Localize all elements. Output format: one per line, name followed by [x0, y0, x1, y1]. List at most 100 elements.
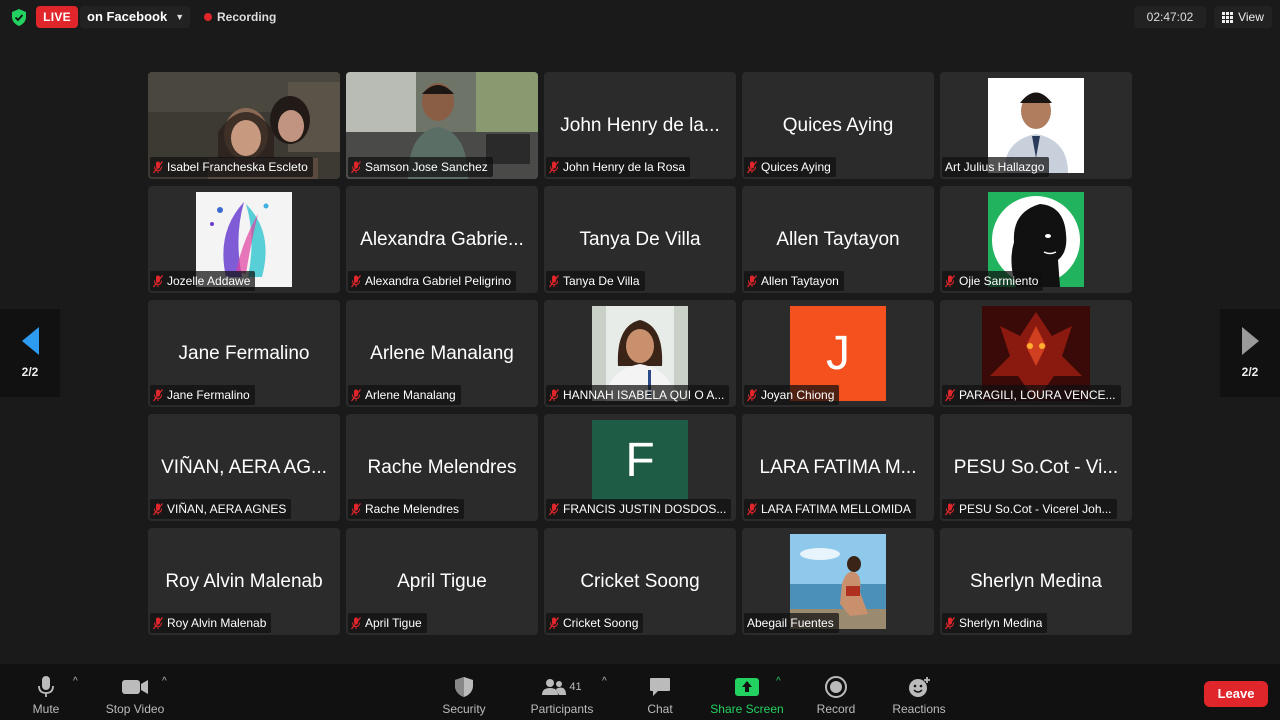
participant-tile[interactable]: Abegail Fuentes [742, 528, 934, 635]
view-button[interactable]: View [1214, 6, 1272, 28]
participants-button[interactable]: 41 Participants [524, 664, 600, 720]
mic-muted-icon [549, 502, 559, 515]
participant-name-label: Cricket Soong [546, 613, 644, 633]
leave-button[interactable]: Leave [1204, 681, 1268, 707]
participant-tile[interactable]: F FRANCIS JUSTIN DOSDOS... [544, 414, 736, 521]
participant-name-label: Art Julius Hallazgo [942, 157, 1050, 177]
page-indicator: 2/2 [21, 365, 39, 379]
participant-name-label: Tanya De Villa [546, 271, 645, 291]
participants-options-chevron-icon[interactable]: ^ [602, 676, 607, 687]
participant-tile[interactable]: Ojie Sarmiento [940, 186, 1132, 293]
mic-muted-icon [153, 502, 163, 515]
participant-name-label: Jozelle Addawe [150, 271, 256, 291]
audio-options-chevron-icon[interactable]: ^ [73, 676, 78, 687]
participant-tile[interactable]: VIÑAN, AERA AG... VIÑAN, AERA AGNES [148, 414, 340, 521]
chevron-down-icon: ▼ [175, 12, 185, 22]
smiley-plus-icon [907, 672, 931, 702]
mic-muted-icon [153, 388, 163, 401]
shield-check-icon[interactable] [11, 9, 27, 26]
arrow-left-icon [21, 327, 39, 355]
participant-name-label: April Tigue [348, 613, 427, 633]
record-button[interactable]: Record [810, 664, 862, 720]
participant-name-label: FRANCIS JUSTIN DOSDOS... [546, 499, 732, 519]
chat-button[interactable]: Chat [636, 664, 684, 720]
next-page-button[interactable]: 2/2 [1220, 309, 1280, 397]
mic-muted-icon [747, 274, 757, 287]
live-badge: LIVE [36, 6, 78, 28]
video-camera-icon [122, 672, 148, 702]
participant-tile[interactable]: Art Julius Hallazgo [940, 72, 1132, 179]
participant-tile[interactable]: Rache Melendres Rache Melendres [346, 414, 538, 521]
participant-tile[interactable]: Allen Taytayon Allen Taytayon [742, 186, 934, 293]
participant-name-label: Samson Jose Sanchez [348, 157, 493, 177]
mic-muted-icon [351, 160, 361, 173]
participant-tile[interactable]: Arlene Manalang Arlene Manalang [346, 300, 538, 407]
participant-tile[interactable]: Isabel Francheska Escleto [148, 72, 340, 179]
mute-button[interactable]: Mute [22, 664, 70, 720]
mic-muted-icon [153, 274, 163, 287]
mic-muted-icon [945, 388, 955, 401]
page-indicator: 2/2 [1241, 365, 1259, 379]
mic-muted-icon [945, 502, 955, 515]
share-screen-button[interactable]: Share Screen [706, 664, 788, 720]
live-destination-dropdown[interactable]: on Facebook ▼ [80, 6, 191, 28]
participant-tile[interactable]: HANNAH ISABELA QUI O A... [544, 300, 736, 407]
participant-tile[interactable]: PARAGILI, LOURA VENCE... [940, 300, 1132, 407]
participant-name-label: Sherlyn Medina [942, 613, 1048, 633]
participant-name-label: Abegail Fuentes [744, 613, 839, 633]
microphone-icon [36, 672, 56, 702]
stop-video-button[interactable]: Stop Video [98, 664, 172, 720]
participant-tile[interactable]: Alexandra Gabrie... Alexandra Gabriel Pe… [346, 186, 538, 293]
participant-tile[interactable]: Samson Jose Sanchez [346, 72, 538, 179]
avatar-initial: F [625, 433, 655, 487]
mic-muted-icon [549, 160, 559, 173]
participant-tile[interactable]: Roy Alvin Malenab Roy Alvin Malenab [148, 528, 340, 635]
share-options-chevron-icon[interactable]: ^ [776, 676, 781, 687]
reactions-button[interactable]: Reactions [886, 664, 952, 720]
participant-tile[interactable]: Cricket Soong Cricket Soong [544, 528, 736, 635]
participant-name-label: Allen Taytayon [744, 271, 844, 291]
grid-view-icon [1222, 11, 1234, 23]
mic-muted-icon [153, 160, 163, 173]
arrow-right-icon [1241, 327, 1259, 355]
participant-tile[interactable]: April Tigue April Tigue [346, 528, 538, 635]
video-options-chevron-icon[interactable]: ^ [162, 676, 167, 687]
security-button[interactable]: Security [436, 664, 492, 720]
mic-muted-icon [351, 502, 361, 515]
participant-name-label: Quices Aying [744, 157, 836, 177]
recording-label: Recording [217, 10, 277, 24]
participants-count: 41 [569, 681, 582, 693]
participant-name-label: Alexandra Gabriel Peligrino [348, 271, 517, 291]
meeting-timer: 02:47:02 [1134, 6, 1206, 28]
participant-name-label: Rache Melendres [348, 499, 465, 519]
participant-initial-avatar: F [592, 420, 688, 500]
previous-page-button[interactable]: 2/2 [0, 309, 60, 397]
recording-indicator[interactable]: Recording [204, 10, 276, 24]
share-screen-icon [735, 672, 759, 702]
participants-icon: 41 [542, 672, 582, 702]
participant-tile[interactable]: J Joyan Chiong [742, 300, 934, 407]
participant-tile[interactable]: LARA FATIMA M... LARA FATIMA MELLOMIDA [742, 414, 934, 521]
participant-tile[interactable]: Jozelle Addawe [148, 186, 340, 293]
participant-tile[interactable]: Sherlyn Medina Sherlyn Medina [940, 528, 1132, 635]
meeting-top-bar: LIVE on Facebook ▼ Recording 02:47:02 Vi… [0, 0, 1280, 34]
participant-tile[interactable]: John Henry de la... John Henry de la Ros… [544, 72, 736, 179]
mic-muted-icon [549, 274, 559, 287]
participant-tile[interactable]: Tanya De Villa Tanya De Villa [544, 186, 736, 293]
mic-muted-icon [549, 388, 559, 401]
participant-name-label: Jane Fermalino [150, 385, 255, 405]
participant-name-label: Roy Alvin Malenab [150, 613, 272, 633]
participant-tile[interactable]: Quices Aying Quices Aying [742, 72, 934, 179]
mic-muted-icon [549, 616, 559, 629]
participant-name-label: Ojie Sarmiento [942, 271, 1044, 291]
participant-tile[interactable]: Jane Fermalino Jane Fermalino [148, 300, 340, 407]
participant-name-label: HANNAH ISABELA QUI O A... [546, 385, 730, 405]
mic-muted-icon [351, 388, 361, 401]
view-label: View [1238, 10, 1264, 24]
record-icon [825, 672, 847, 702]
mic-muted-icon [747, 502, 757, 515]
participant-tile[interactable]: PESU So.Cot - Vi... PESU So.Cot - Vicere… [940, 414, 1132, 521]
shield-icon [454, 672, 474, 702]
participant-name-label: LARA FATIMA MELLOMIDA [744, 499, 916, 519]
participant-name-label: Isabel Francheska Escleto [150, 157, 313, 177]
